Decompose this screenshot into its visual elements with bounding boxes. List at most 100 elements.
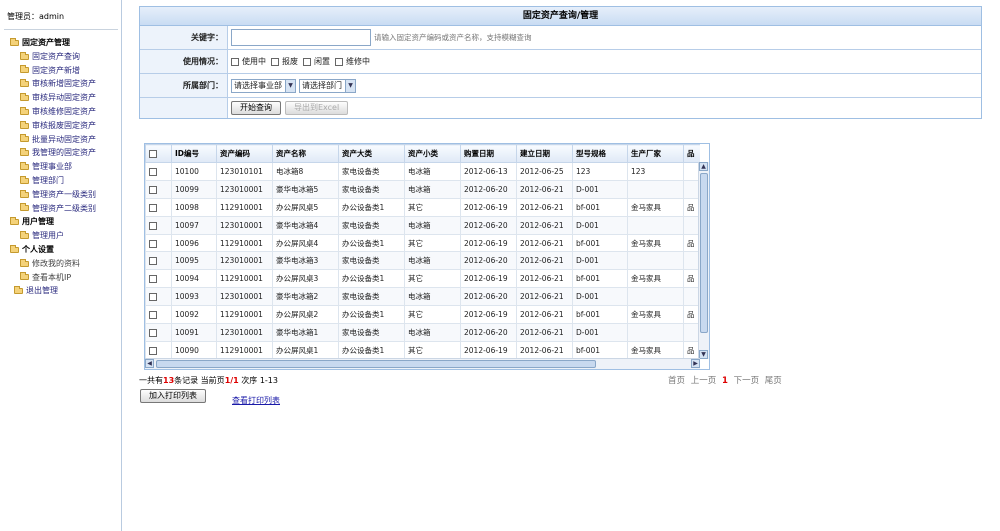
nav-item[interactable]: 我管理的固定资产 [10, 146, 120, 160]
prev-page-link[interactable]: 上一页 [691, 376, 717, 386]
nav-item[interactable]: 审核维修固定资产 [10, 105, 120, 119]
export-button[interactable]: 导出到Excel [285, 101, 349, 115]
view-print-list-link[interactable]: 查看打印列表 [232, 395, 280, 406]
select-all-checkbox[interactable] [145, 144, 172, 163]
table-cell: D-001 [572, 215, 628, 235]
nav-item[interactable]: 固定资产查询 [10, 50, 120, 64]
table-cell: 家电设备类 [338, 287, 405, 307]
table-row[interactable]: 10095 123010001 豪华电冰箱3 家电设备类 电冰箱 2012-06-20 20… [145, 251, 700, 271]
status-checkbox-option[interactable]: 报废 [271, 56, 298, 67]
table-row[interactable]: 10099 123010001 豪华电冰箱5 家电设备类 电冰箱 2012-06-20 20… [145, 179, 700, 199]
nav-item[interactable]: 审核报废固定资产 [10, 119, 120, 133]
table-cell: 办公屏风桌5 [272, 197, 339, 217]
row-checkbox-cell[interactable] [145, 305, 172, 325]
horizontal-scrollbar[interactable]: ◀ ▶ [145, 358, 700, 369]
status-checkbox-option[interactable]: 闲置 [303, 56, 330, 67]
nav-item[interactable]: 管理资产一级类别 [10, 188, 120, 202]
table-row[interactable]: 10093 123010001 豪华电冰箱2 家电设备类 电冰箱 2012-06-20 20… [145, 287, 700, 307]
nav-group[interactable]: 个人设置 [10, 243, 120, 257]
checkbox[interactable] [271, 57, 279, 66]
table-cell: bf-001 [572, 340, 628, 359]
keyword-input[interactable] [231, 29, 371, 46]
row-checkbox-cell[interactable] [145, 287, 172, 307]
checkbox[interactable] [303, 57, 311, 66]
table-row[interactable]: 10092 112910001 办公屏风桌2 办公设备类1 其它 2012-06-19 20… [145, 305, 700, 325]
checkbox[interactable] [149, 257, 157, 266]
nav-item[interactable]: 管理资产二级类别 [10, 202, 120, 216]
row-checkbox-cell[interactable] [145, 251, 172, 271]
table-row[interactable]: 10090 112910001 办公屏风桌1 办公设备类1 其它 2012-06-19 20… [145, 340, 700, 359]
table-row[interactable]: 10100 123010101 电冰箱8 家电设备类 电冰箱 2012-06-13 2012… [145, 162, 700, 181]
nav-group[interactable]: 固定资产管理 [10, 36, 120, 50]
row-checkbox-cell[interactable] [145, 162, 172, 181]
checkbox[interactable] [149, 203, 157, 212]
table-row[interactable]: 10098 112910001 办公屏风桌5 办公设备类1 其它 2012-06-19 20… [145, 197, 700, 217]
row-checkbox-cell[interactable] [145, 197, 172, 217]
table-cell: 电冰箱 [404, 215, 461, 235]
checkbox[interactable] [149, 346, 157, 355]
nav-item[interactable]: 固定资产新增 [10, 64, 120, 78]
nav-item[interactable]: 审核新增固定资产 [10, 77, 120, 91]
status-checkbox-option[interactable]: 维修中 [335, 56, 370, 67]
dept-select[interactable]: 请选择部门 ▼ [299, 78, 356, 93]
checkbox[interactable] [231, 57, 239, 66]
vertical-scrollbar[interactable]: ▲ ▼ [698, 162, 709, 359]
checkbox[interactable] [149, 311, 157, 320]
checkbox[interactable] [149, 239, 157, 248]
table-cell: 办公设备类1 [338, 197, 405, 217]
checkbox[interactable] [149, 328, 157, 337]
scroll-left-icon[interactable]: ◀ [145, 359, 154, 368]
table-cell: 10100 [171, 162, 217, 181]
search-button[interactable]: 开始查询 [231, 101, 281, 115]
checkbox[interactable] [149, 293, 157, 302]
table-cell: 2012-06-13 [460, 162, 517, 181]
table-row[interactable]: 10094 112910001 办公屏风桌3 办公设备类1 其它 2012-06-19 20… [145, 269, 700, 289]
row-checkbox-cell[interactable] [145, 323, 172, 342]
row-checkbox-cell[interactable] [145, 215, 172, 235]
nav-item[interactable]: 审核异动固定资产 [10, 91, 120, 105]
folder-icon [20, 231, 29, 240]
folder-icon [20, 162, 29, 171]
scroll-down-icon[interactable]: ▼ [699, 350, 708, 359]
nav-item[interactable]: 修改我的资料 [10, 257, 120, 271]
action-label-cell [140, 98, 228, 118]
nav-item[interactable]: 管理部门 [10, 174, 120, 188]
scroll-up-icon[interactable]: ▲ [699, 162, 708, 171]
add-print-list-button[interactable]: 加入打印列表 [140, 389, 206, 403]
table-row[interactable]: 10097 123010001 豪华电冰箱4 家电设备类 电冰箱 2012-06-20 20… [145, 215, 700, 235]
row-checkbox-cell[interactable] [145, 340, 172, 359]
checkbox[interactable] [335, 57, 343, 66]
last-page-link[interactable]: 尾页 [765, 376, 782, 386]
nav-item[interactable]: 管理事业部 [10, 160, 120, 174]
column-header: 资产小类 [404, 144, 461, 163]
checkbox[interactable] [149, 185, 157, 194]
checkbox[interactable] [149, 150, 157, 158]
folder-icon [20, 148, 29, 157]
first-page-link[interactable]: 首页 [668, 376, 685, 386]
scroll-thumb[interactable] [156, 360, 596, 368]
next-page-link[interactable]: 下一页 [734, 376, 760, 386]
checkbox-label: 使用中 [242, 57, 266, 66]
logout-link[interactable]: 退出管理 [10, 284, 120, 298]
table-cell: 123010001 [216, 215, 273, 235]
scroll-thumb[interactable] [700, 173, 708, 333]
checkbox[interactable] [149, 275, 157, 284]
checkbox[interactable] [149, 167, 157, 176]
checkbox[interactable] [149, 221, 157, 230]
nav-group[interactable]: 用户管理 [10, 215, 120, 229]
table-cell: 10092 [171, 305, 217, 325]
row-checkbox-cell[interactable] [145, 233, 172, 253]
status-checkbox-option[interactable]: 使用中 [231, 56, 266, 67]
row-checkbox-cell[interactable] [145, 269, 172, 289]
nav-item[interactable]: 批量异动固定资产 [10, 133, 120, 147]
row-checkbox-cell[interactable] [145, 179, 172, 199]
table-cell: 2012-06-19 [460, 197, 517, 217]
table-row[interactable]: 10091 123010001 豪华电冰箱1 家电设备类 电冰箱 2012-06-20 20… [145, 323, 700, 342]
nav-item[interactable]: 查看本机IP [10, 271, 120, 285]
scroll-right-icon[interactable]: ▶ [691, 359, 700, 368]
nav-item[interactable]: 管理用户 [10, 229, 120, 243]
table-cell: D-001 [572, 323, 628, 342]
table-cell: 123 [627, 162, 684, 181]
division-select[interactable]: 请选择事业部 ▼ [231, 78, 296, 93]
table-row[interactable]: 10096 112910001 办公屏风桌4 办公设备类1 其它 2012-06-19 20… [145, 233, 700, 253]
